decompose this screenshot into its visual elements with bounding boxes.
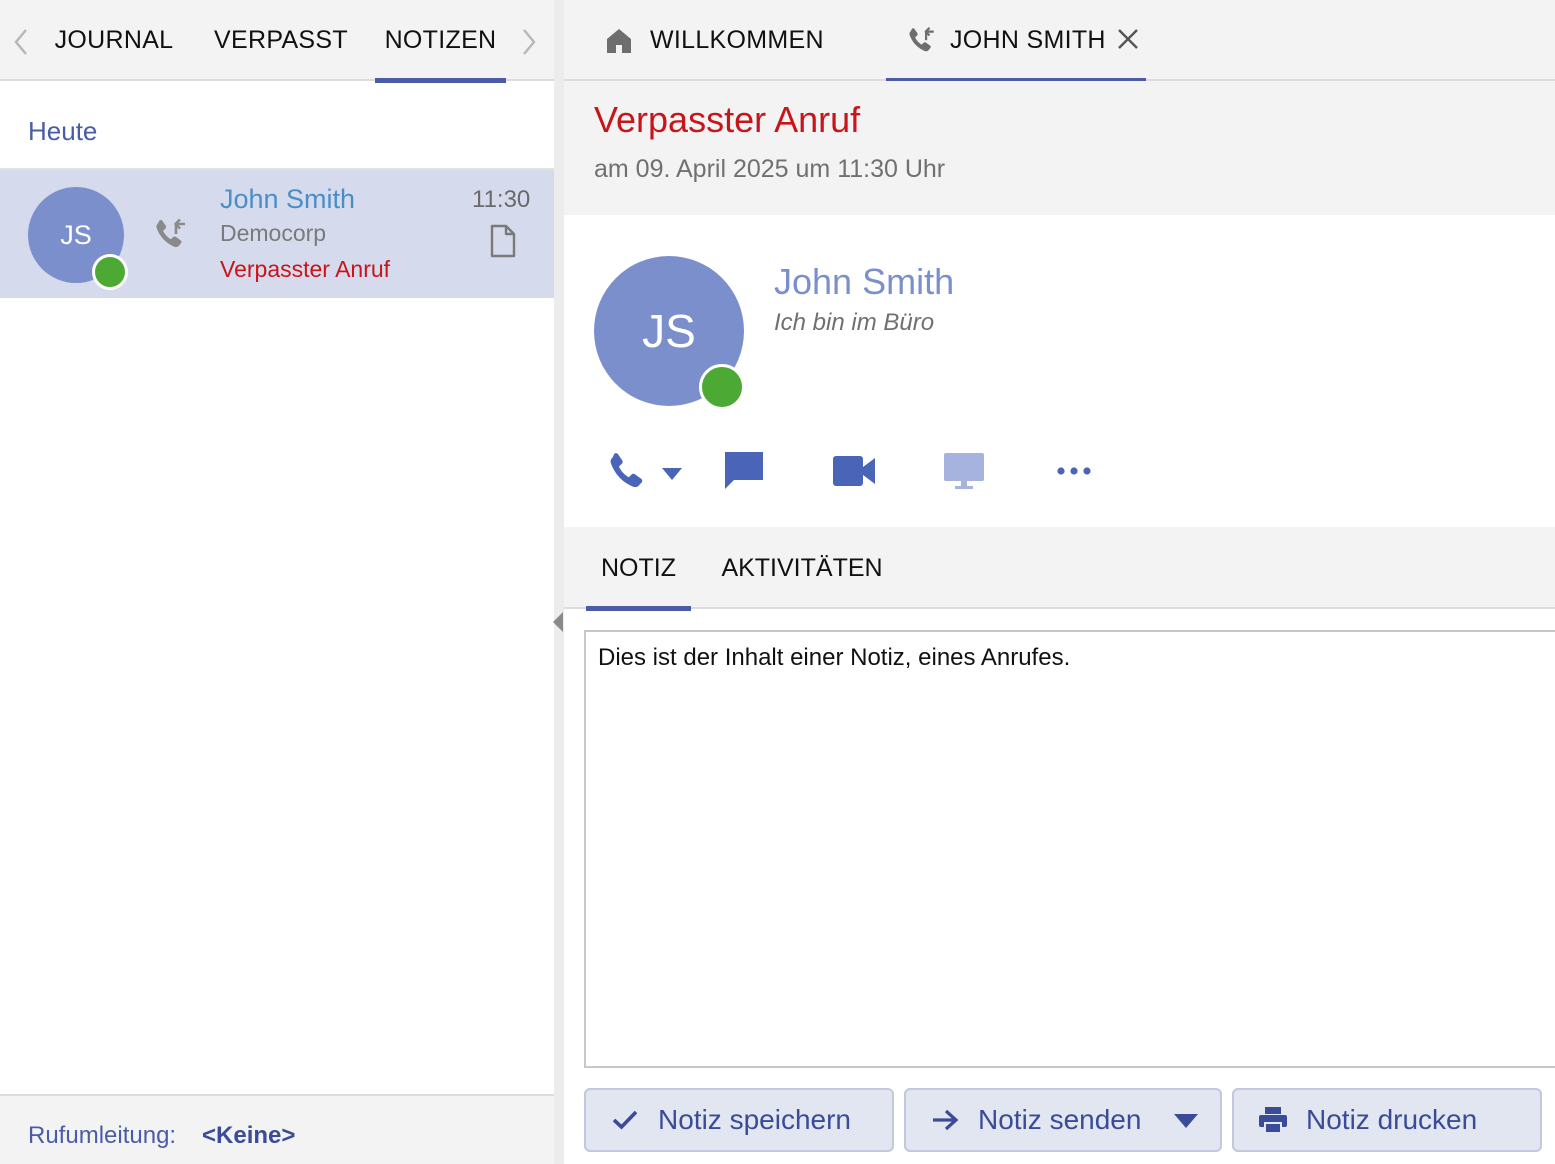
note-tab-bar: NOTIZ AKTIVITÄTEN [564,527,1555,611]
note-document-icon[interactable] [489,224,517,258]
printer-icon [1258,1106,1288,1134]
detail-pane: WILLKOMMEN JOHN SMITH Verpasster Anruf a… [564,0,1555,1164]
journal-list-item[interactable]: JS John Smith Democorp Verpasster Anruf … [0,170,554,298]
call-status: Verpasster Anruf [220,256,391,282]
right-tab-bar: WILLKOMMEN JOHN SMITH [564,0,1555,83]
contact-card: JS John Smith Ich bin im Büro [564,215,1555,527]
call-forwarding-value[interactable]: <Keine> [202,1122,295,1150]
call-button[interactable] [606,447,686,495]
left-tab-bar: JOURNAL VERPASST NOTIZEN [0,0,554,83]
save-note-label: Notiz speichern [658,1104,851,1135]
call-header: Verpasster Anruf am 09. April 2025 um 11… [564,81,1555,215]
close-icon[interactable] [1116,27,1140,51]
phone-icon [610,453,643,488]
screen-share-button[interactable] [942,447,986,495]
presence-available-icon [92,254,128,290]
call-forwarding-label: Rufumleitung: [28,1122,177,1149]
call-time: 11:30 [472,186,531,213]
call-forward-icon [150,215,190,255]
avatar-initials: JS [60,219,92,250]
tab-contact-label: JOHN SMITH [950,26,1106,54]
more-icon [1057,467,1091,475]
contact-status-message: Ich bin im Büro [774,309,935,336]
tab-contact[interactable]: JOHN SMITH [886,0,1146,83]
call-title: Verpasster Anruf [594,99,861,140]
call-forward-icon [909,26,934,51]
send-note-button[interactable]: Notiz senden [904,1088,1222,1152]
tabs-scroll-right-icon[interactable] [516,26,542,58]
tab-activities[interactable]: AKTIVITÄTEN [721,527,882,609]
contact-avatar-initials: JS [642,305,696,357]
print-note-button[interactable]: Notiz drucken [1232,1088,1542,1152]
journal-section-title: Heute [28,116,98,146]
collapse-arrow-icon[interactable] [553,612,563,632]
chat-icon [725,452,763,489]
contact-name: John Smith [220,184,356,214]
presence-available-icon [699,364,745,410]
contact-company: Democorp [220,220,327,246]
arrow-right-icon [930,1109,960,1131]
chat-button[interactable] [722,447,766,495]
tab-note[interactable]: NOTIZ [586,527,691,611]
call-date: am 09. April 2025 um 11:30 Uhr [594,155,946,183]
tab-verpasst[interactable]: VERPASST [208,0,354,81]
tabs-scroll-left-icon[interactable] [8,26,34,58]
video-camera-icon [833,456,875,486]
save-note-button[interactable]: Notiz speichern [584,1088,894,1152]
send-note-label: Notiz senden [978,1104,1142,1135]
tab-journal[interactable]: JOURNAL [44,0,184,81]
tab-welcome[interactable]: WILLKOMMEN [604,0,884,81]
chevron-down-icon[interactable] [1174,1114,1198,1128]
pane-splitter[interactable] [554,0,564,1164]
checkmark-icon [610,1110,640,1130]
call-forwarding-bar: Rufumleitung: <Keine> [0,1094,554,1164]
tab-notizen[interactable]: NOTIZEN [375,0,506,83]
chevron-down-icon[interactable] [662,468,682,480]
journal-pane: JOURNAL VERPASST NOTIZEN Heute JS John S… [0,0,554,1164]
video-call-button[interactable] [832,447,876,495]
print-note-label: Notiz drucken [1306,1104,1478,1135]
more-options-button[interactable] [1056,447,1092,495]
home-icon [607,28,631,53]
contact-name: John Smith [774,261,955,302]
note-textarea[interactable]: Dies ist der Inhalt einer Notiz, eines A… [584,630,1555,1068]
tab-welcome-label: WILLKOMMEN [650,26,824,54]
monitor-icon [944,453,984,489]
